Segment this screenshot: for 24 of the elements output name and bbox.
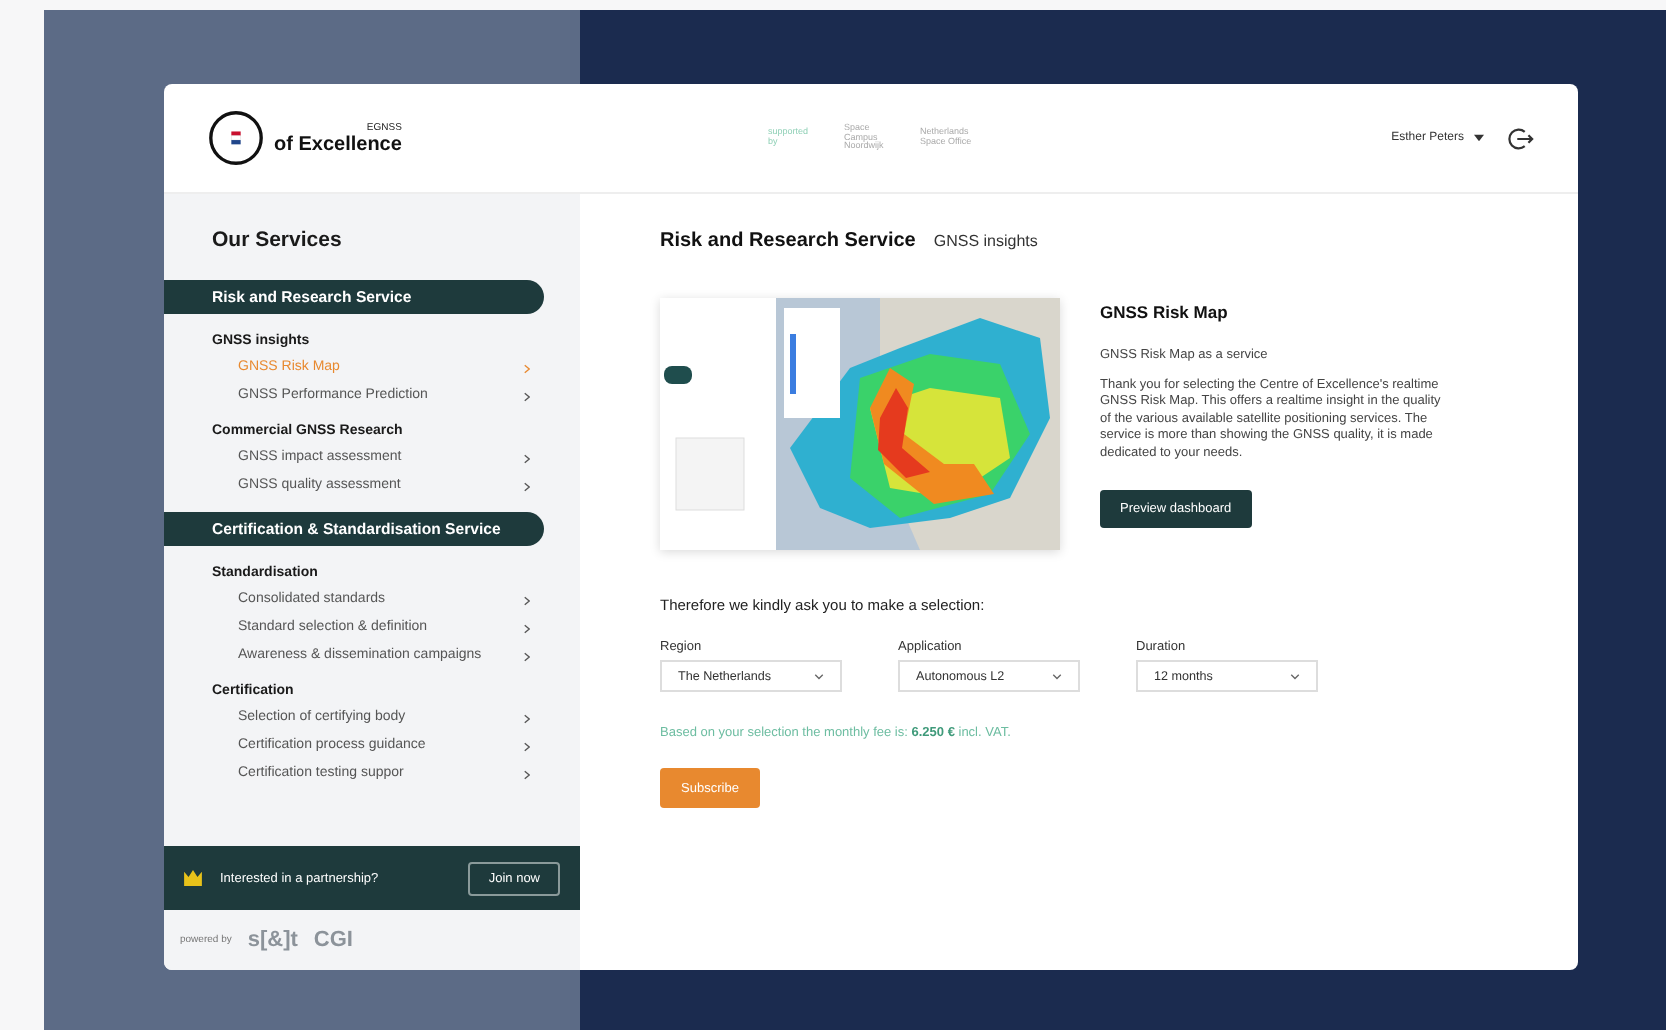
brand-logo-text: s[&]t [247,928,298,952]
chevron-icon [524,713,530,723]
chevron-down-icon [814,673,824,679]
sidebar-title: Our Services [212,228,344,252]
caret-icon [1474,134,1484,142]
chevron-icon [524,769,530,779]
brand-logo-text: CGI [313,928,353,952]
chevron-icon [524,595,530,605]
chevron-icon [524,391,530,401]
page-subtitle: GNSS insights [933,232,1038,250]
logo-text: of Excellence [274,133,402,155]
page-title: Risk and Research Service [660,230,916,252]
chevron-icon [524,363,530,373]
chevron-down-icon [1052,673,1062,679]
chevron-down-icon [1290,673,1300,679]
logo-icon [208,110,264,166]
crown-icon [184,870,202,886]
chevron-icon [524,623,530,633]
chevron-icon [524,651,530,661]
chevron-icon [524,481,530,491]
chevron-icon [524,453,530,463]
logout-icon[interactable] [1508,125,1534,151]
info-title: GNSS Risk Map [1100,302,1230,322]
chevron-icon [524,741,530,751]
